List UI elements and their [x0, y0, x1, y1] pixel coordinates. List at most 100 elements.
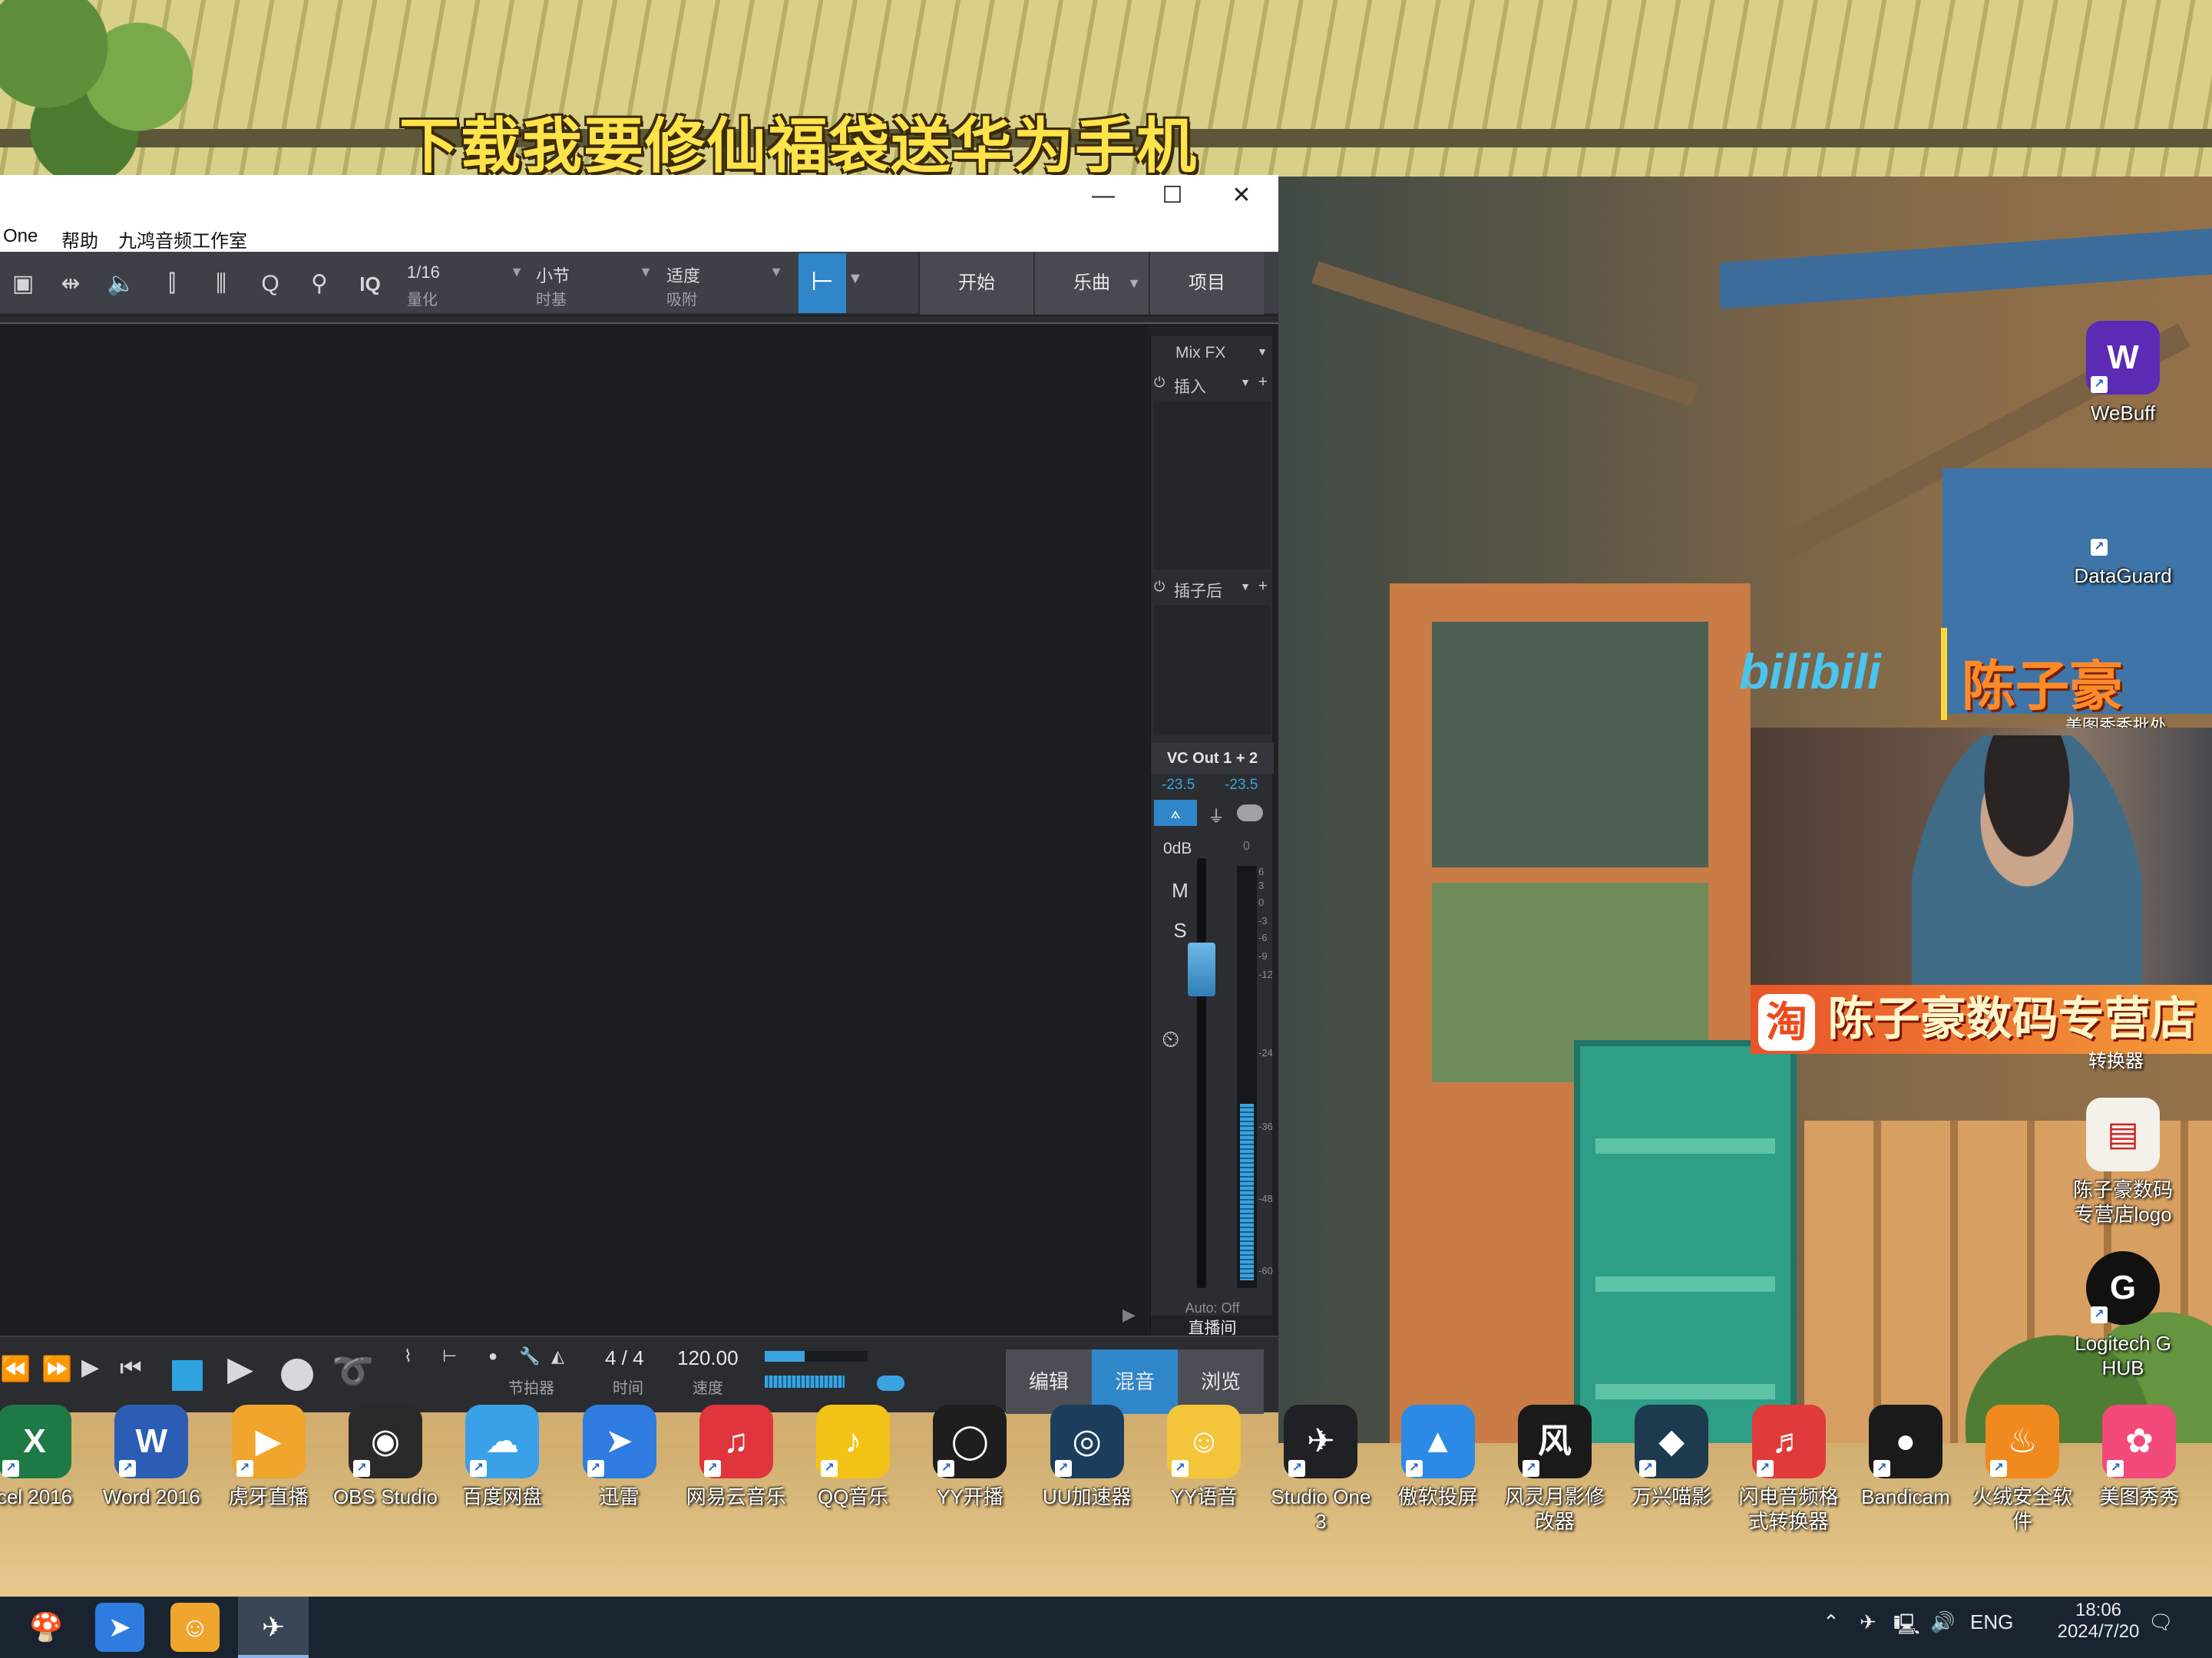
desktop-icon[interactable]: 风 ↗ 风灵月影修改器	[1497, 1405, 1612, 1534]
add-icon[interactable]: +	[1258, 577, 1268, 596]
inspector-icon[interactable]: ▣	[6, 267, 40, 301]
scroll-right-icon[interactable]: ▶	[1123, 1305, 1136, 1325]
iq-button[interactable]: IQ	[353, 267, 387, 301]
add-icon[interactable]: +	[1258, 373, 1268, 391]
desktop-icon[interactable]: ♫ ↗ 网易云音乐	[679, 1405, 794, 1509]
mixfx-header[interactable]: Mix FX ▼	[1151, 339, 1274, 367]
metronome-icon[interactable]: ◭	[551, 1346, 564, 1366]
post-insert-header[interactable]: ⏻ 插子后 ▼ +	[1151, 574, 1274, 602]
minimize-button[interactable]: —	[1069, 175, 1138, 220]
studio-one-taskbar-icon[interactable]: ✈	[249, 1603, 298, 1652]
toggle-switch[interactable]	[1237, 804, 1263, 821]
desktop-icon-webuff[interactable]: W ↗ WeBuff	[2065, 321, 2181, 425]
desktop-icon[interactable]: ➤ ↗ 迅雷	[562, 1405, 677, 1509]
send-slot-area[interactable]	[1154, 605, 1271, 735]
network-icon[interactable]: 🖳	[1893, 1610, 1920, 1644]
desktop-icon[interactable]: ☁ ↗ 百度网盘	[445, 1405, 560, 1509]
zoom-tool-icon[interactable]: Q	[253, 267, 287, 301]
record-button[interactable]	[281, 1359, 313, 1391]
tempo-value[interactable]: 120.00	[677, 1346, 739, 1370]
split-tool-icon[interactable]: ⇹	[54, 267, 88, 301]
time-signature[interactable]: 4 / 4	[605, 1346, 644, 1370]
volume-fader[interactable]	[1188, 943, 1215, 996]
huya-taskbar-icon[interactable]: ☺	[170, 1603, 220, 1652]
speaker-icon[interactable]: 🔈	[104, 267, 138, 301]
listen-tool-icon[interactable]: ⚲	[303, 267, 336, 301]
sync-toggle[interactable]	[877, 1376, 904, 1391]
project-button[interactable]: 项目	[1149, 252, 1264, 315]
desktop-icon[interactable]: ✿ ↗ 美图秀秀	[2081, 1405, 2197, 1509]
desktop-icon-logitech[interactable]: G ↗ Logitech G HUB	[2065, 1251, 2181, 1380]
song-button[interactable]: 乐曲 ▼	[1033, 252, 1149, 315]
close-button[interactable]: ✕	[1207, 175, 1276, 220]
chevron-down-icon: ▼	[1240, 580, 1251, 593]
punch-icon[interactable]: ⌇	[404, 1346, 412, 1366]
power-icon[interactable]: ⏻	[1154, 375, 1165, 391]
converter-label[interactable]: 转换器	[2088, 1045, 2144, 1072]
power-icon[interactable]: ⏻	[1154, 579, 1165, 595]
pan-knob-icon[interactable]: ⏲	[1162, 1027, 1179, 1053]
language-indicator[interactable]: ENG	[1970, 1610, 2013, 1634]
wrench-icon[interactable]: 🔧	[519, 1346, 540, 1366]
play-small-icon[interactable]: ▶	[81, 1354, 99, 1381]
waveform-icon[interactable]: ⫿	[155, 267, 189, 301]
marker-icon[interactable]: ⊢	[442, 1346, 457, 1366]
desktop-icon[interactable]: ◯ ↗ YY开播	[912, 1405, 1027, 1509]
chevron-up-icon[interactable]: ⌃	[1823, 1610, 1840, 1634]
maximize-button[interactable]: ☐	[1138, 175, 1207, 220]
snap-toggle-button[interactable]: ⊢	[799, 253, 846, 313]
desktop-icon[interactable]: ◆ ↗ 万兴喵影	[1614, 1405, 1729, 1509]
desktop-icon-shop-logo[interactable]: ▤ 陈子豪数码专营店logo	[2065, 1098, 2181, 1227]
bend-tool-icon[interactable]: ⫼	[204, 267, 238, 301]
return-to-zero-icon[interactable]: ⏮	[120, 1354, 142, 1383]
stop-button[interactable]	[172, 1360, 203, 1391]
desktop-icon-dataguard[interactable]: ↗ DataGuard	[2065, 484, 2181, 588]
peak-left: -23.5	[1162, 777, 1195, 793]
rewind-icon[interactable]: ⏪	[0, 1354, 31, 1383]
clock[interactable]: 18:06 2024/7/20	[2048, 1600, 2148, 1643]
quantize-dropdown[interactable]: 1/16 ▼ 量化	[399, 259, 530, 309]
notification-icon[interactable]: 🗨	[2148, 1610, 2174, 1634]
desktop-icon[interactable]: ♪ ↗ QQ音乐	[795, 1405, 911, 1509]
loop-icon[interactable]: ➰	[332, 1351, 374, 1391]
snap-dropdown[interactable]: 适度 ▼ 吸附	[659, 259, 789, 309]
arrange-view[interactable]	[0, 325, 1148, 1336]
tray-app-icon[interactable]: ✈	[1860, 1610, 1876, 1634]
monitor-icon[interactable]: ⟑	[1154, 800, 1197, 826]
chevron-down-icon[interactable]: ▼	[848, 270, 863, 288]
mute-button[interactable]: M	[1160, 874, 1200, 907]
start-button[interactable]: 开始	[918, 252, 1033, 315]
desktop-icon[interactable]: ♨ ↗ 火绒安全软件	[1965, 1405, 2080, 1534]
xunlei-taskbar-icon[interactable]: ➤	[95, 1603, 144, 1652]
desktop-icon[interactable]: ✈ ↗ Studio One 3	[1263, 1405, 1378, 1534]
menu-item-studio[interactable]: 九鸿音频工作室	[118, 226, 247, 253]
fader-track[interactable]	[1197, 858, 1206, 1288]
timebase-dropdown[interactable]: 小节 ▼ 时基	[528, 259, 659, 309]
desktop-icon[interactable]: ◉ ↗ OBS Studio	[328, 1405, 443, 1509]
input-icon[interactable]: ⏚	[1208, 803, 1225, 827]
volume-icon[interactable]: 🔊	[1930, 1610, 1955, 1634]
insert-label: 插入	[1174, 378, 1206, 396]
insert-header[interactable]: ⏻ 插入 ▼ +	[1151, 370, 1274, 398]
timebase-label: 时基	[536, 292, 567, 309]
menu-item-one[interactable]: One	[3, 226, 38, 247]
menu-item-help[interactable]: 帮助	[61, 226, 98, 253]
precount-icon[interactable]: ●	[488, 1348, 498, 1366]
desktop-icon[interactable]: ☺ ↗ YY语音	[1146, 1405, 1261, 1509]
shortcut-arrow-icon: ↗	[352, 1460, 370, 1477]
desktop-icon[interactable]: X ↗ cel 2016	[0, 1405, 92, 1509]
automation-label[interactable]: Auto: Off	[1151, 1300, 1274, 1316]
clock-time: 18:06	[2075, 1600, 2122, 1620]
desktop-icon[interactable]: ◎ ↗ UU加速器	[1030, 1405, 1145, 1509]
fast-forward-icon[interactable]: ⏩	[41, 1354, 72, 1383]
desktop-icon[interactable]: ▲ ↗ 傲软投屏	[1380, 1405, 1496, 1509]
channel-name[interactable]: 直播间	[1151, 1316, 1274, 1337]
desktop-icon[interactable]: ♬ ↗ 闪电音频格式转换器	[1731, 1405, 1847, 1534]
desktop-icon[interactable]: W ↗ Word 2016	[94, 1405, 209, 1509]
output-selector[interactable]: VC Out 1 + 2	[1151, 743, 1274, 774]
insert-slot-area[interactable]	[1154, 401, 1271, 570]
desktop-icon[interactable]: ● ↗ Bandicam	[1848, 1405, 1963, 1509]
mushroom-app-icon[interactable]: 🍄	[21, 1603, 71, 1652]
play-button[interactable]: ▶	[227, 1349, 253, 1389]
desktop-icon[interactable]: ▶ ↗ 虎牙直播	[211, 1405, 326, 1509]
